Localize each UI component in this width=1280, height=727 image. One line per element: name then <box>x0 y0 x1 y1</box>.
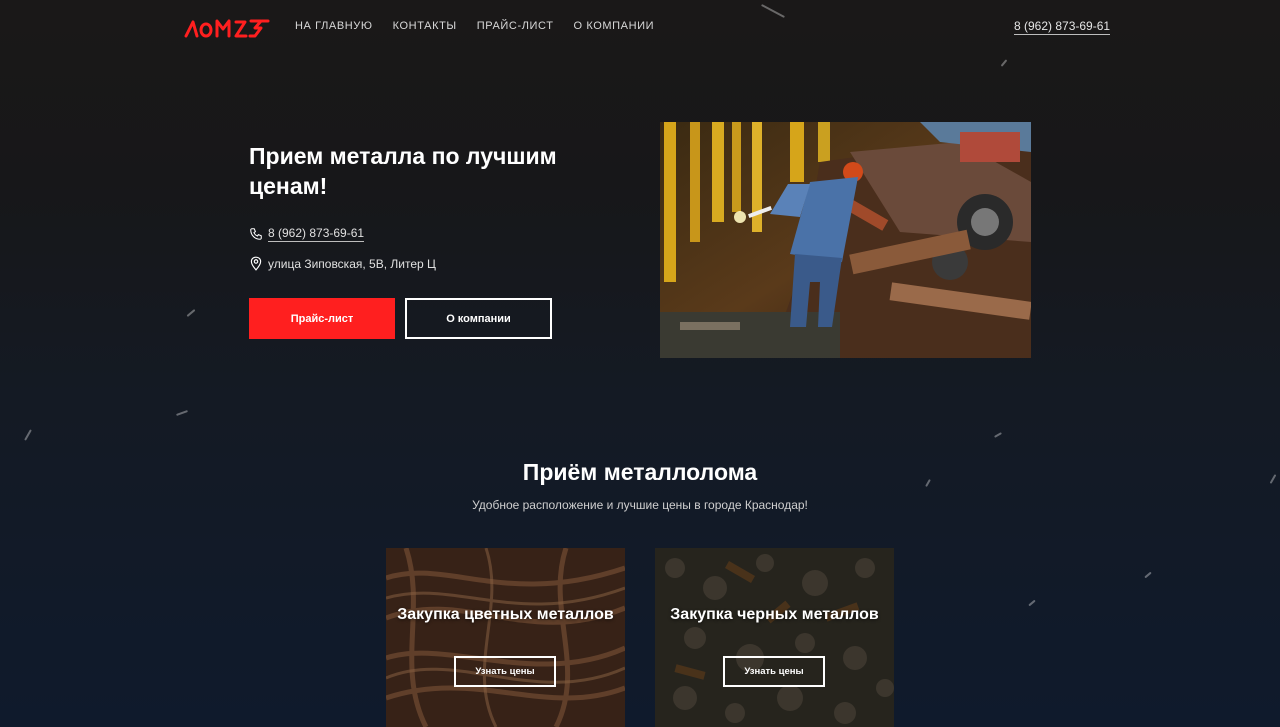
price-list-button[interactable]: Прайс-лист <box>249 298 395 339</box>
section-title: Приём металлолома <box>522 459 758 485</box>
background-streak <box>994 432 1002 438</box>
nav-item-contacts[interactable]: КОНТАКТЫ <box>393 20 457 32</box>
background-streak <box>176 410 188 416</box>
location-pin-icon <box>250 256 262 271</box>
about-company-button[interactable]: О компании <box>405 298 552 339</box>
card-nonferrous-title: Закупка цветных металлов <box>397 606 614 623</box>
site-logo[interactable] <box>184 16 274 40</box>
hero-address: улица Зиповская, 5В, Литер Ц <box>268 256 436 271</box>
nav-item-price-list[interactable]: ПРАЙС-ЛИСТ <box>477 20 554 32</box>
background-streak <box>186 309 196 317</box>
nav-item-about[interactable]: О КОМПАНИИ <box>574 20 655 32</box>
section-subtitle: Удобное расположение и лучшие цены в гор… <box>472 498 808 512</box>
hero-address-row: улица Зиповская, 5В, Литер Ц <box>249 256 436 271</box>
header-phone-link[interactable]: 8 (962) 873-69-61 <box>1014 19 1111 35</box>
phone-icon <box>250 228 262 240</box>
card-nonferrous-prices-button[interactable]: Узнать цены <box>454 656 556 687</box>
hero-photo-scrap-worker <box>660 122 1031 358</box>
card-ferrous-prices-button[interactable]: Узнать цены <box>723 656 825 687</box>
hero-phone-link[interactable]: 8 (962) 873-69-61 <box>268 226 365 242</box>
card-ferrous-photo <box>655 548 894 727</box>
hero-phone-row: 8 (962) 873-69-61 <box>249 226 365 242</box>
card-ferrous-metals[interactable]: Закупка черных металлов Узнать цены <box>655 548 894 727</box>
main-nav: НА ГЛАВНУЮ КОНТАКТЫ ПРАЙС-ЛИСТ О КОМПАНИ… <box>295 20 674 32</box>
background-streak <box>1144 571 1152 579</box>
site-header: НА ГЛАВНУЮ КОНТАКТЫ ПРАЙС-ЛИСТ О КОМПАНИ… <box>0 0 1280 52</box>
nav-item-home[interactable]: НА ГЛАВНУЮ <box>295 20 373 32</box>
background-streak <box>24 429 32 441</box>
card-ferrous-title: Закупка черных металлов <box>670 606 879 623</box>
hero-title: Прием металла по лучшим ценам! <box>249 143 557 199</box>
card-nonferrous-photo <box>386 548 625 727</box>
logo-mark <box>184 19 270 38</box>
background-streak <box>1000 59 1008 67</box>
card-nonferrous-metals[interactable]: Закупка цветных металлов Узнать цены <box>386 548 625 727</box>
background-streak <box>1028 599 1036 607</box>
